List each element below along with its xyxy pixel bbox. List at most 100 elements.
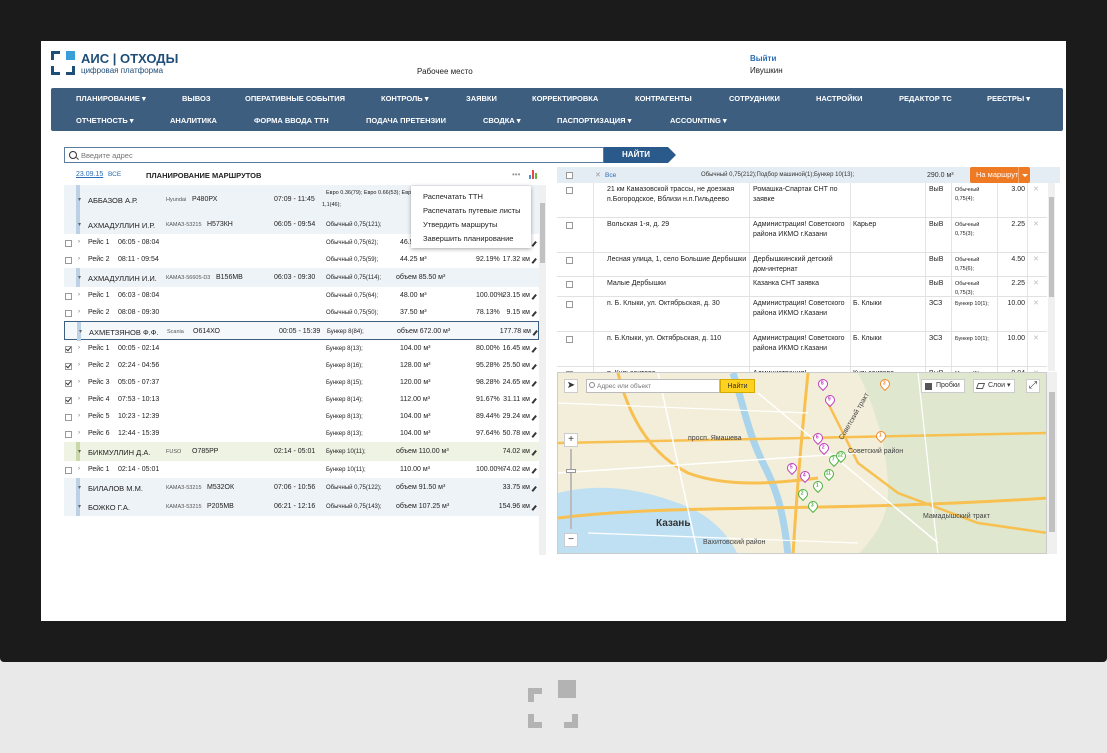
menu-print-waybills[interactable]: Распечатать путевые листы [423, 206, 520, 215]
driver-row[interactable]: ▾ БОЖКО Г.А. КАМАЗ-53215 Р205МВ 06:21 - 12:1… [64, 497, 539, 516]
nav-export[interactable]: ВЫВОЗ [182, 94, 211, 103]
trip-checkbox[interactable] [65, 346, 72, 353]
chart-icon[interactable] [529, 170, 538, 179]
nav-claims[interactable]: ПОДАЧА ПРЕТЕНЗИИ [366, 116, 446, 125]
driver-row[interactable]: ▾ АХМАДУЛЛИН И.И. КАМАЗ-56605-D3 В156МВ 06:0… [64, 268, 539, 287]
expand-arrow-icon[interactable]: ▾ [79, 328, 82, 335]
trip-row[interactable]: › Рейс 1 02:14 - 05:01 Бункер 10(11); 110.00… [64, 461, 539, 478]
map-scrollbar[interactable] [1047, 372, 1057, 554]
menu-print-ttn[interactable]: Распечатать ТТН [423, 192, 483, 201]
nav-contractors[interactable]: КОНТРАГЕНТЫ [635, 94, 692, 103]
trip-row[interactable]: › Рейс 1 00:05 - 02:14 Бункер 8(13); 104.00 … [64, 340, 539, 357]
nav-ttn-form[interactable]: ФОРМА ВВОДА ТТН [254, 116, 329, 125]
edit-icon[interactable] [531, 293, 537, 300]
order-row[interactable]: Лесная улица, 1, село Большие Дербышки Де… [557, 253, 1047, 277]
logout-link[interactable]: Выйти [750, 54, 776, 63]
expand-arrow-icon[interactable]: › [78, 292, 80, 298]
edit-icon[interactable] [532, 329, 538, 336]
menu-finish-planning[interactable]: Завершить планирование [423, 234, 513, 243]
map-search-input[interactable] [597, 381, 717, 392]
order-row[interactable]: Малые Дербышки Казанка СНТ заявка ВыВ Обычн… [557, 277, 1047, 297]
edit-icon[interactable] [531, 467, 537, 474]
remove-order-icon[interactable]: ✕ [1033, 255, 1039, 263]
zoom-slider[interactable] [570, 449, 572, 529]
expand-arrow-icon[interactable]: › [78, 256, 80, 262]
nav-planning[interactable]: ПЛАНИРОВАНИЕ ▾ [76, 94, 146, 103]
trip-row[interactable]: › Рейс 1 06:03 - 08:04 Обычный 0,75(64); 48.… [64, 287, 539, 304]
nav-correction[interactable]: КОРРЕКТИРОВКА [532, 94, 598, 103]
clear-icon[interactable]: ✕ [595, 171, 601, 179]
nav-reports[interactable]: ОТЧЕТНОСТЬ ▾ [76, 116, 134, 125]
app-logo[interactable]: АИС | ОТХОДЫ цифровая платформа [51, 51, 178, 77]
trip-row[interactable]: › Рейс 2 08:08 - 09:30 Обычный 0,75(50); 37.… [64, 304, 539, 321]
trip-checkbox[interactable] [65, 310, 72, 317]
expand-arrow-icon[interactable]: ▾ [78, 448, 81, 455]
edit-icon[interactable] [531, 504, 537, 511]
orders-all-filter[interactable]: Все [605, 172, 616, 179]
expand-arrow-icon[interactable]: › [78, 239, 80, 245]
to-route-dropdown[interactable] [1018, 167, 1030, 183]
remove-order-icon[interactable]: ✕ [1033, 220, 1039, 228]
planning-date[interactable]: 23.09.15 [76, 171, 103, 178]
edit-icon[interactable] [531, 449, 537, 456]
map-find-button[interactable]: Найти [720, 379, 755, 393]
trip-checkbox[interactable] [65, 293, 72, 300]
expand-arrow-icon[interactable]: ▾ [78, 221, 81, 228]
order-checkbox[interactable] [566, 187, 573, 194]
locate-icon[interactable]: ➤ [564, 379, 578, 393]
planning-all-filter[interactable]: ВСЕ [108, 171, 121, 178]
trip-row[interactable]: › Рейс 5 10:23 - 12:39 Бункер 8(13); 104.00 … [64, 408, 539, 425]
expand-arrow-icon[interactable]: › [78, 309, 80, 315]
trip-checkbox[interactable] [65, 414, 72, 421]
edit-icon[interactable] [531, 431, 537, 438]
trip-row[interactable]: › Рейс 2 02:24 - 04:56 Бункер 8(16); 128.00 … [64, 357, 539, 374]
edit-icon[interactable] [531, 240, 537, 247]
trip-row[interactable]: › Рейс 6 12:44 - 15:39 Бункер 8(13); 104.00 … [64, 425, 539, 442]
expand-arrow-icon[interactable]: › [78, 379, 80, 385]
zoom-slider-handle[interactable] [566, 469, 576, 473]
edit-icon[interactable] [531, 397, 537, 404]
trip-checkbox[interactable] [65, 467, 72, 474]
planning-scrollbar[interactable] [539, 185, 546, 555]
edit-icon[interactable] [531, 346, 537, 353]
order-checkbox[interactable] [566, 281, 573, 288]
trip-checkbox[interactable] [65, 240, 72, 247]
edit-icon[interactable] [531, 414, 537, 421]
nav-summary[interactable]: СВОДКА ▾ [483, 116, 521, 125]
menu-approve-routes[interactable]: Утвердить маршруты [423, 220, 497, 229]
order-row[interactable]: Вольская 1-я, д. 29 Администрация! Советс… [557, 218, 1047, 253]
expand-arrow-icon[interactable]: › [78, 466, 80, 472]
expand-arrow-icon[interactable]: › [78, 362, 80, 368]
route-map[interactable]: Казань просп. Ямашева Мамадышский тракт … [557, 372, 1047, 554]
nav-settings[interactable]: НАСТРОЙКИ [816, 94, 863, 103]
order-row[interactable]: п. Б. Клыки, ул. Октябрьская, д. 30 Админ… [557, 297, 1047, 332]
edit-icon[interactable] [531, 363, 537, 370]
remove-order-icon[interactable]: ✕ [1033, 334, 1039, 342]
order-checkbox[interactable] [566, 301, 573, 308]
fullscreen-icon[interactable]: ⤢ [1026, 379, 1040, 393]
select-all-checkbox[interactable] [566, 172, 573, 179]
expand-arrow-icon[interactable]: › [78, 413, 80, 419]
trip-checkbox[interactable] [65, 257, 72, 264]
expand-arrow-icon[interactable]: › [78, 345, 80, 351]
nav-vehicle-editor[interactable]: РЕДАКТОР ТС [899, 94, 952, 103]
edit-icon[interactable] [531, 257, 537, 264]
expand-arrow-icon[interactable]: ▾ [78, 503, 81, 510]
expand-arrow-icon[interactable]: ▾ [78, 484, 81, 491]
nav-accounting[interactable]: ACCOUNTING ▾ [670, 116, 727, 125]
trip-checkbox[interactable] [65, 431, 72, 438]
traffic-button[interactable]: Пробки [921, 379, 965, 393]
order-row[interactable]: п. Б.Клыки, ул. Октябрьская, д. 110 Админ… [557, 332, 1047, 367]
edit-icon[interactable] [531, 380, 537, 387]
more-options-icon[interactable]: ••• [512, 170, 520, 179]
remove-order-icon[interactable]: ✕ [1033, 299, 1039, 307]
zoom-in-button[interactable]: + [564, 433, 578, 447]
trip-checkbox[interactable] [65, 397, 72, 404]
trip-checkbox[interactable] [65, 363, 72, 370]
nav-requests[interactable]: ЗАЯВКИ [466, 94, 497, 103]
order-checkbox[interactable] [566, 222, 573, 229]
driver-row[interactable]: ▾ БИЛАЛОВ М.М. КАМАЗ-53215 М532ОК 07:06 - 10… [64, 478, 539, 497]
remove-order-icon[interactable]: ✕ [1033, 279, 1039, 287]
edit-icon[interactable] [531, 485, 537, 492]
nav-passport[interactable]: ПАСПОРТИЗАЦИЯ ▾ [557, 116, 631, 125]
